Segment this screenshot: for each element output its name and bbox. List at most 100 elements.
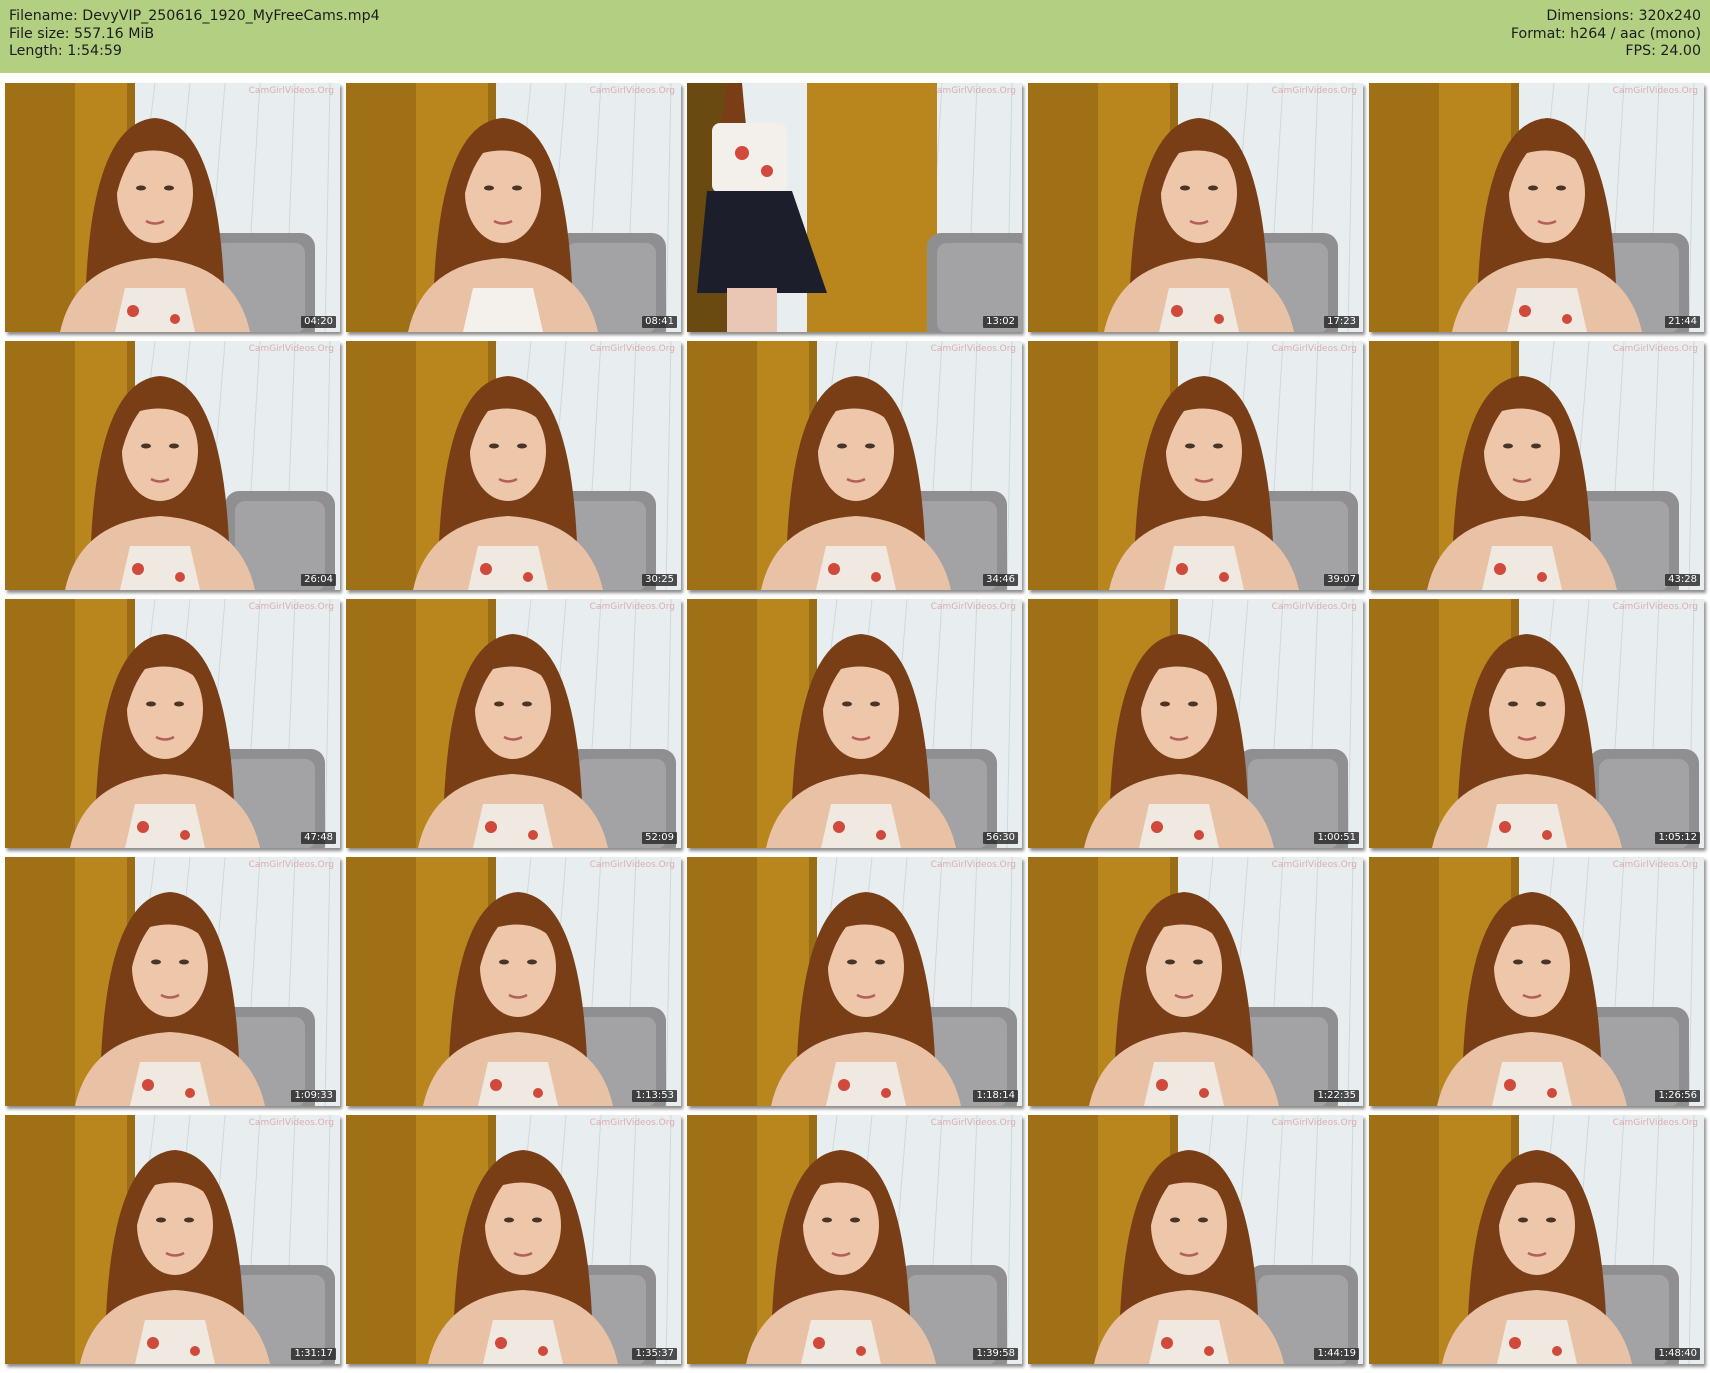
- watermark: CamGirlVideos.Org: [1271, 860, 1357, 870]
- timestamp-label: 1:39:58: [973, 1348, 1018, 1360]
- timestamp-label: 1:31:17: [291, 1348, 336, 1360]
- frame-image: [1369, 599, 1704, 848]
- thumbnail-frame: CamGirlVideos.Org 43:28: [1369, 341, 1704, 590]
- watermark: CamGirlVideos.Org: [930, 86, 1016, 96]
- frame-image: [687, 83, 1022, 332]
- watermark: CamGirlVideos.Org: [248, 860, 334, 870]
- thumbnail-frame: CamGirlVideos.Org 52:09: [346, 599, 681, 848]
- thumbnail-grid: CamGirlVideos.Org 04:20 CamGirlVideos.Org 0…: [0, 73, 1710, 1373]
- timestamp-label: 08:41: [642, 316, 677, 328]
- timestamp-label: 1:00:51: [1314, 832, 1359, 844]
- frame-image: [346, 83, 681, 332]
- thumbnail-frame: CamGirlVideos.Org 13:02: [687, 83, 1022, 332]
- thumbnail-frame: CamGirlVideos.Org 1:00:51: [1028, 599, 1363, 848]
- timestamp-label: 43:28: [1665, 574, 1700, 586]
- timestamp-label: 1:18:14: [973, 1090, 1018, 1102]
- frame-image: [346, 1115, 681, 1364]
- watermark: CamGirlVideos.Org: [589, 602, 675, 612]
- watermark: CamGirlVideos.Org: [1271, 86, 1357, 96]
- watermark: CamGirlVideos.Org: [248, 1118, 334, 1128]
- frame-image: [1369, 83, 1704, 332]
- watermark: CamGirlVideos.Org: [930, 1118, 1016, 1128]
- format-label: Format: h264 / aac (mono): [1510, 25, 1701, 42]
- watermark: CamGirlVideos.Org: [589, 1118, 675, 1128]
- timestamp-label: 26:04: [301, 574, 336, 586]
- timestamp-label: 47:48: [301, 832, 336, 844]
- timestamp-label: 1:22:35: [1314, 1090, 1359, 1102]
- watermark: CamGirlVideos.Org: [589, 860, 675, 870]
- timestamp-label: 1:35:37: [632, 1348, 677, 1360]
- watermark: CamGirlVideos.Org: [930, 602, 1016, 612]
- frame-image: [687, 857, 1022, 1106]
- timestamp-label: 04:20: [301, 316, 336, 328]
- timestamp-label: 39:07: [1324, 574, 1359, 586]
- thumbnail-frame: CamGirlVideos.Org 1:13:53: [346, 857, 681, 1106]
- thumbnail-frame: CamGirlVideos.Org 1:31:17: [5, 1115, 340, 1364]
- watermark: CamGirlVideos.Org: [1612, 344, 1698, 354]
- frame-image: [1028, 599, 1363, 848]
- timestamp-label: 1:05:12: [1655, 832, 1700, 844]
- frame-image: [687, 599, 1022, 848]
- watermark: CamGirlVideos.Org: [589, 344, 675, 354]
- watermark: CamGirlVideos.Org: [589, 86, 675, 96]
- thumbnail-frame: CamGirlVideos.Org 08:41: [346, 83, 681, 332]
- frame-image: [1028, 857, 1363, 1106]
- watermark: CamGirlVideos.Org: [1612, 860, 1698, 870]
- watermark: CamGirlVideos.Org: [1612, 602, 1698, 612]
- frame-image: [5, 599, 340, 848]
- frame-image: [1369, 857, 1704, 1106]
- thumbnail-frame: CamGirlVideos.Org 17:23: [1028, 83, 1363, 332]
- timestamp-label: 56:30: [983, 832, 1018, 844]
- watermark: CamGirlVideos.Org: [1271, 602, 1357, 612]
- frame-image: [1028, 341, 1363, 590]
- watermark: CamGirlVideos.Org: [930, 344, 1016, 354]
- frame-image: [5, 341, 340, 590]
- watermark: CamGirlVideos.Org: [930, 860, 1016, 870]
- thumbnail-frame: CamGirlVideos.Org 04:20: [5, 83, 340, 332]
- thumbnail-frame: CamGirlVideos.Org 21:44: [1369, 83, 1704, 332]
- timestamp-label: 52:09: [642, 832, 677, 844]
- frame-image: [687, 1115, 1022, 1364]
- thumbnail-frame: CamGirlVideos.Org 34:46: [687, 341, 1022, 590]
- thumbnail-frame: CamGirlVideos.Org 1:18:14: [687, 857, 1022, 1106]
- timestamp-label: 1:44:19: [1314, 1348, 1359, 1360]
- dimensions-label: Dimensions: 320x240: [1546, 8, 1701, 24]
- thumbnail-frame: CamGirlVideos.Org 26:04: [5, 341, 340, 590]
- thumbnail-frame: CamGirlVideos.Org 1:44:19: [1028, 1115, 1363, 1364]
- fps-label: FPS: 24.00: [1625, 43, 1701, 59]
- watermark: CamGirlVideos.Org: [1612, 86, 1698, 96]
- thumbnail-frame: CamGirlVideos.Org 1:09:33: [5, 857, 340, 1106]
- thumbnail-frame: CamGirlVideos.Org 1:35:37: [346, 1115, 681, 1364]
- info-right: Dimensions: 320x240 Format: h264 / aac (…: [1511, 8, 1701, 61]
- frame-image: [5, 857, 340, 1106]
- file-size-label: File size: 557.16 MiB: [9, 25, 155, 42]
- timestamp-label: 1:09:33: [291, 1090, 336, 1102]
- frame-image: [346, 857, 681, 1106]
- thumbnail-frame: CamGirlVideos.Org 56:30: [687, 599, 1022, 848]
- timestamp-label: 17:23: [1324, 316, 1359, 328]
- frame-image: [1028, 1115, 1363, 1364]
- timestamp-label: 13:02: [983, 316, 1018, 328]
- timestamp-label: 1:26:56: [1655, 1090, 1700, 1102]
- frame-image: [5, 83, 340, 332]
- frame-image: [346, 341, 681, 590]
- frame-image: [687, 341, 1022, 590]
- thumbnail-frame: CamGirlVideos.Org 1:05:12: [1369, 599, 1704, 848]
- frame-image: [5, 1115, 340, 1364]
- watermark: CamGirlVideos.Org: [248, 602, 334, 612]
- thumbnail-frame: CamGirlVideos.Org 1:22:35: [1028, 857, 1363, 1106]
- timestamp-label: 1:48:40: [1655, 1348, 1700, 1360]
- watermark: CamGirlVideos.Org: [1612, 1118, 1698, 1128]
- timestamp-label: 21:44: [1665, 316, 1700, 328]
- thumbnail-frame: CamGirlVideos.Org 1:48:40: [1369, 1115, 1704, 1364]
- frame-image: [1369, 341, 1704, 590]
- thumbnail-frame: CamGirlVideos.Org 47:48: [5, 599, 340, 848]
- watermark: CamGirlVideos.Org: [1271, 344, 1357, 354]
- timestamp-label: 30:25: [642, 574, 677, 586]
- timestamp-label: 1:13:53: [632, 1090, 677, 1102]
- thumbnail-frame: CamGirlVideos.Org 30:25: [346, 341, 681, 590]
- thumbnail-frame: CamGirlVideos.Org 1:26:56: [1369, 857, 1704, 1106]
- thumbnail-frame: CamGirlVideos.Org 39:07: [1028, 341, 1363, 590]
- length-label: Length: 1:54:59: [9, 43, 122, 59]
- info-left: Filename: DevyVIP_250616_1920_MyFreeCams…: [9, 8, 380, 61]
